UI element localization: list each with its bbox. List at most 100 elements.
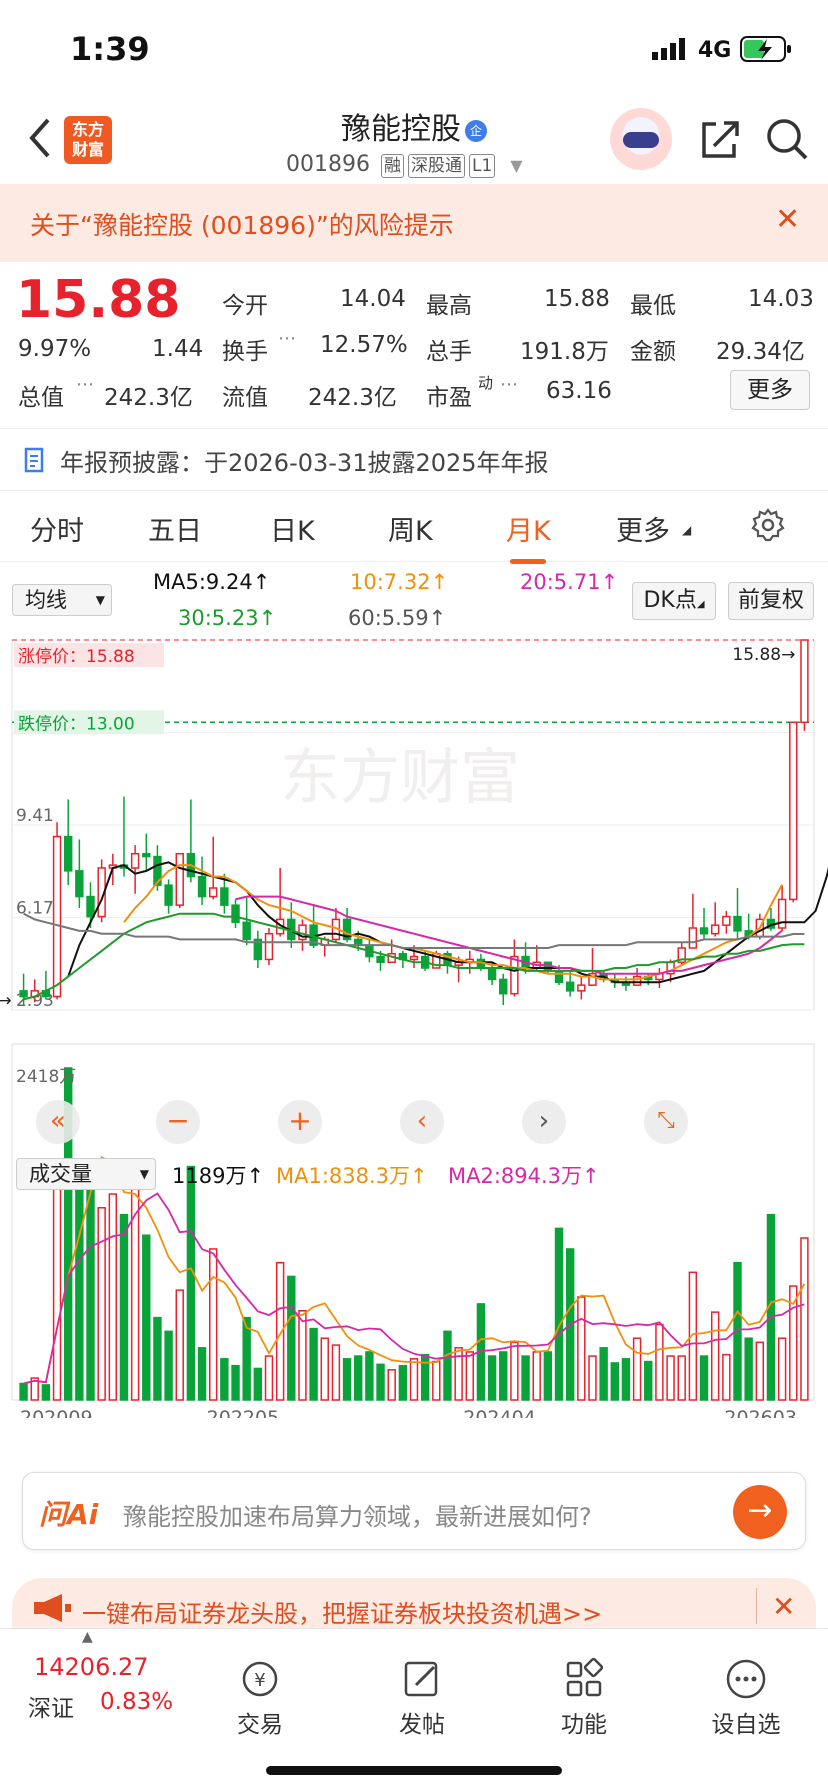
share-icon[interactable] [698,118,740,160]
tab-post[interactable]: 发帖 [372,1657,472,1739]
candle-body [800,639,809,724]
ai-question-box[interactable]: 问Ai 豫能控股加速布局算力领域，最新进展如何? → [22,1472,806,1550]
volume-ma2-line [23,1192,805,1385]
more-button[interactable]: 更多 [730,370,810,410]
volume-bar [153,1316,162,1401]
candle-body [63,835,73,872]
zoom-out-icon[interactable]: − [156,1100,200,1144]
candle-body [242,921,251,941]
tab-more[interactable]: 更多 [616,509,670,548]
document-icon [24,447,44,473]
dk-point-label: DK点 [643,588,697,613]
x-axis-label: 202205 [207,1407,280,1418]
up-arrow-icon: ↑ [258,606,277,630]
tab-functions[interactable]: 功能 [534,1657,634,1739]
zoom-in-icon[interactable]: + [278,1100,322,1144]
rewind-icon[interactable]: « [36,1100,80,1144]
up-arrow-icon: ↑ [582,1164,600,1188]
current-price: 15.88 [16,270,181,330]
up-arrow-icon: ↑ [252,570,271,594]
volume-bar [677,1355,686,1401]
candle-body [499,978,508,995]
info-icon[interactable]: ⋯ [500,374,518,395]
pe-value: 63.16 [546,378,612,404]
volume-bar [108,1193,118,1401]
info-icon[interactable]: ⋯ [278,328,296,349]
tab-trade[interactable]: ¥ 交易 [210,1657,310,1739]
prev-icon[interactable]: ‹ [400,1100,444,1144]
promo-text: 一键布局证券龙头股，把握证券板块投资机遇>> [82,1600,603,1628]
ma10-text: 10:7.32 [350,570,431,594]
tab-intraday[interactable]: 分时 [30,509,84,548]
period-tabs: 分时 五日 日K 周K 月K 更多 ◢ [0,490,828,564]
tab-monthly-k[interactable]: 月K [506,509,551,564]
pe-sup: 动 [478,374,494,392]
up-arrow-icon: ↑ [428,606,447,630]
volume-bar [365,1351,374,1401]
grid-icon [566,1657,604,1697]
ma60-value: 60:5.59↑ [348,606,446,630]
vol-ma1-text: MA1:838.3万 [276,1164,411,1188]
ma-selector[interactable]: 均线 ▼ [12,584,112,616]
volume-bar [499,1351,508,1401]
volume-bar [722,1353,731,1401]
close-icon[interactable]: ✕ [772,1590,795,1623]
index-value[interactable]: 14206.27 [34,1653,149,1681]
pe-label: 市盈 [426,385,472,411]
report-notice[interactable]: 年报预披露：于2026-03-31披露2025年年报 [0,428,828,488]
close-icon[interactable]: ✕ [775,202,800,237]
ai-brand: 问Ai [39,1498,99,1531]
stock-header: 东方 财富 豫能控股企 001896 融深股通 L1 ▼ [0,96,828,184]
ai-robot-icon[interactable] [610,108,672,170]
settings-gear-icon[interactable] [750,507,786,543]
status-bar: 1:39 4G [0,0,828,96]
candle-body [710,924,720,935]
candle-body [722,915,731,926]
status-time: 1:39 [70,30,150,68]
next-icon[interactable]: › [522,1100,566,1144]
candle-body [577,984,586,992]
candle-body [164,884,173,906]
stock-code-line[interactable]: 001896 融深股通 L1 ▼ [286,152,523,178]
x-axis-label: 202603 [724,1407,797,1418]
search-icon[interactable] [764,116,810,162]
divider [756,1588,757,1624]
tab-daily-k[interactable]: 日K [270,509,315,548]
x-axis-label: 202009 [20,1407,93,1418]
volume-bar [209,1248,218,1401]
volume-selector[interactable]: 成交量 ▼ [16,1158,156,1190]
dk-point-button[interactable]: DK点◢ [632,582,716,620]
arrow-right-icon[interactable]: → [733,1485,787,1539]
tab-five-day[interactable]: 五日 [148,509,202,548]
tab-post-label: 发帖 [399,1712,445,1738]
candle-body [688,927,698,949]
fullscreen-icon[interactable]: ⤡ [644,1100,688,1144]
risk-banner[interactable]: 关于“豫能控股 (001896)”的风险提示 ✕ [0,184,828,262]
volume-bar [521,1355,530,1401]
battery-charging-icon [740,36,791,62]
index-name[interactable]: 深证 [28,1689,74,1723]
tab-weekly-k[interactable]: 周K [388,509,433,548]
ai-question-text: 豫能控股加速布局算力领域，最新进展如何? [123,1503,592,1531]
ma20-value: 20:5.71↑ [520,570,618,594]
quote-panel: 15.88 9.97% 1.44 总值 ⋯ 242.3亿 今开 14.04 最高… [0,262,828,422]
volume-ma1-line [23,1156,806,1385]
volume-bar [164,1330,173,1401]
info-icon[interactable]: ⋯ [76,374,94,395]
tab-add-watchlist[interactable]: 设自选 [696,1657,796,1739]
candle-body [197,875,207,898]
candle-body [52,835,62,998]
volume-bar [655,1323,664,1401]
volume-bar [197,1347,207,1401]
volume-bar [699,1355,709,1401]
index-change[interactable]: 0.83% [100,1689,173,1715]
chart-controls: « − + ‹ › ⤡ [0,1098,828,1148]
up-arrow-icon: ↑ [430,570,449,594]
kline-chart[interactable]: 15.8812.649.416.172.93 东方财富 涨停价：15.88跌停价… [0,638,828,1418]
open-value: 14.04 [340,286,406,312]
float-value: 242.3亿 [308,385,397,411]
adjust-button[interactable]: 前复权 [728,582,814,620]
chevron-down-icon: ▼ [139,1167,149,1181]
volume-bar [19,1382,28,1401]
risk-text: 关于“豫能控股 (001896)”的风险提示 [30,211,454,240]
